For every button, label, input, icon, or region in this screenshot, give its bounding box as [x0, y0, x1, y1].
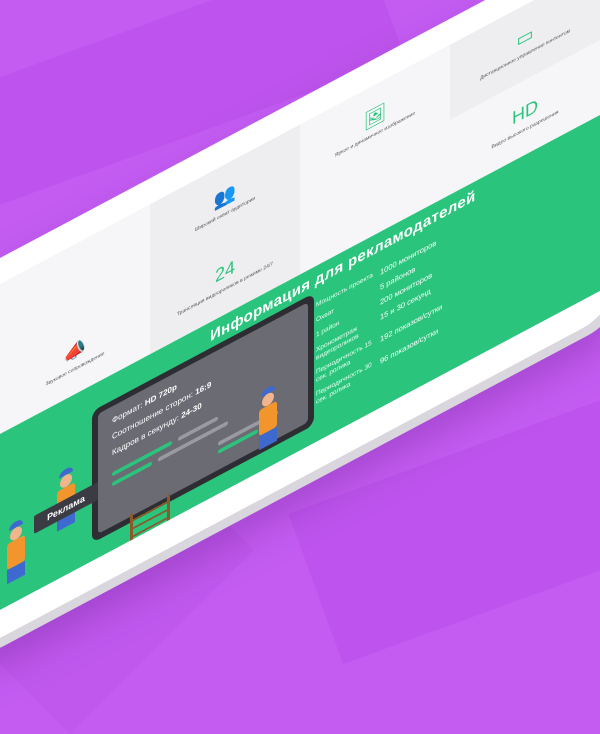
board-fps-value: 24-30 [181, 400, 202, 421]
worker-illustration [7, 517, 25, 585]
monitor-icon: ▭ [516, 21, 534, 51]
feature-image: 🖼 Яркое и динамичное изображение [300, 45, 450, 200]
worker-illustration [259, 383, 277, 451]
board-ratio-value: 16:9 [195, 379, 212, 398]
